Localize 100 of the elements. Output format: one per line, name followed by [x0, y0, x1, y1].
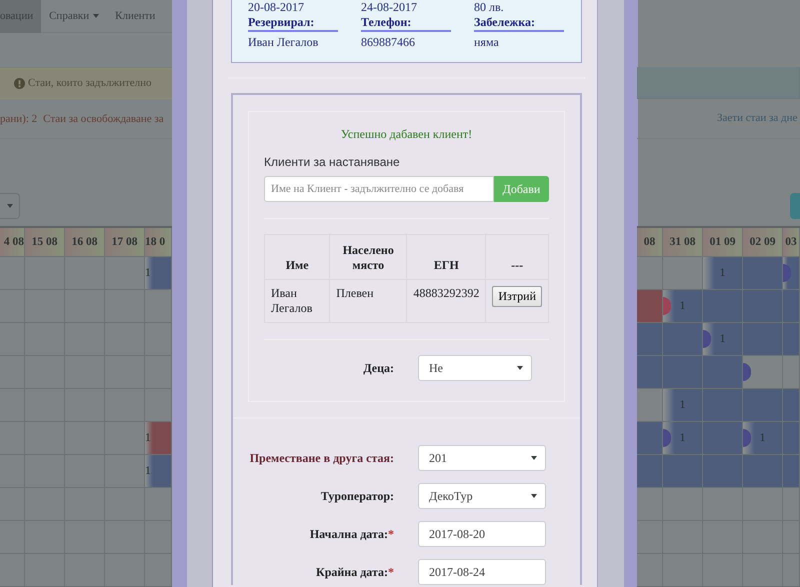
info-label: Телефон: [361, 14, 451, 32]
date-header: 15 08 [25, 228, 65, 257]
calendar-cell[interactable] [637, 454, 663, 488]
calendar-cell[interactable] [783, 322, 800, 356]
calendar-cell[interactable]: 1 [145, 422, 172, 455]
calendar-cell[interactable] [637, 356, 663, 389]
date-header: 03 [783, 228, 800, 257]
calendar-cell[interactable]: 1 [663, 290, 703, 323]
caret-icon [6, 204, 12, 208]
calendar-cell[interactable] [703, 388, 743, 422]
select-field[interactable]: 201 [418, 445, 546, 471]
calendar-cell[interactable] [743, 356, 783, 389]
date-field[interactable]: 2017-08-24 [418, 559, 546, 585]
calendar-cell[interactable] [783, 356, 800, 389]
column-header: Населено място [342, 243, 395, 273]
calendar-cell[interactable] [703, 422, 743, 455]
calendar-cell[interactable] [743, 454, 783, 488]
alert-text: Стаи, които задължително [28, 77, 152, 90]
calendar-cell[interactable]: 1 [663, 388, 703, 422]
calendar-cell[interactable]: 1 [663, 422, 703, 455]
calendar-cell[interactable] [25, 257, 65, 290]
calendar-cell[interactable] [0, 257, 25, 290]
info-value: 20-08-2017 [248, 0, 305, 14]
calendar-cell[interactable] [105, 290, 145, 323]
calendar-cell[interactable] [663, 488, 703, 521]
calendar-cell[interactable] [637, 554, 663, 587]
calendar-cell[interactable] [663, 322, 703, 356]
info-value: няма [474, 34, 500, 50]
calendar-cell[interactable] [105, 455, 145, 488]
stats-text: рани): 2 [0, 112, 38, 125]
client-name-field[interactable]: Име на Клиент - задължително се добавя [264, 176, 494, 202]
calendar-cell[interactable]: 1 [743, 422, 783, 455]
calendar-cell[interactable] [703, 454, 743, 488]
calendar-cell[interactable] [663, 356, 703, 389]
calendar-cell[interactable] [65, 257, 105, 290]
calendar-cell[interactable] [145, 356, 172, 389]
calendar-cell[interactable] [637, 256, 663, 290]
calendar-cell[interactable] [703, 356, 743, 389]
info-label: Резервирал: [248, 14, 338, 32]
column-header: ЕГН [434, 258, 459, 273]
calendar-cell[interactable] [703, 290, 743, 323]
guest-count: 1 [145, 465, 151, 477]
column-header: --- [511, 258, 524, 273]
calendar-cell[interactable] [105, 422, 145, 455]
calendar-cell[interactable]: 1 [703, 322, 743, 356]
children-select[interactable]: Не [418, 355, 532, 381]
calendar-cell[interactable] [105, 389, 145, 422]
calendar-cell[interactable] [105, 488, 145, 521]
calendar-cell[interactable] [783, 422, 800, 455]
calendar-cell[interactable]: 1 [145, 455, 172, 488]
table-cell: Плевен [336, 286, 374, 301]
calendar-cell[interactable] [105, 257, 145, 290]
nav-item[interactable]: Справки [41, 0, 108, 32]
dropdown-field[interactable] [0, 193, 20, 220]
caret-icon [517, 366, 523, 370]
guest-count: 1 [145, 267, 151, 279]
calendar-cell[interactable] [783, 388, 800, 422]
date-header: 18 0 [145, 228, 172, 257]
nav-item[interactable]: Клиенти [107, 0, 164, 32]
calendar-cell[interactable] [743, 388, 783, 422]
calendar-cell[interactable] [783, 290, 800, 323]
calendar-cell[interactable] [743, 290, 783, 323]
calendar-cell[interactable] [637, 422, 663, 455]
column-header: Име [286, 258, 309, 273]
calendar-cell[interactable] [743, 488, 783, 521]
calendar-cell[interactable] [637, 322, 663, 356]
date-field[interactable]: 2017-08-20 [418, 521, 546, 547]
calendar-cell[interactable] [637, 388, 663, 422]
calendar-cell[interactable] [703, 488, 743, 521]
calendar-cell[interactable] [145, 389, 172, 422]
info-label: Забележка: [474, 14, 564, 32]
calendar-cell[interactable] [145, 323, 172, 356]
date-header: 16 08 [65, 228, 105, 257]
calendar-cell[interactable] [663, 454, 703, 488]
calendar-cell[interactable] [663, 256, 703, 290]
date-header: 01 09 [703, 228, 743, 257]
delete-button[interactable]: Изтрий [492, 286, 542, 307]
calendar-cell[interactable] [743, 256, 783, 290]
action-button[interactable] [790, 193, 800, 220]
calendar-cell[interactable]: 1 [145, 257, 172, 290]
calendar-cell[interactable] [145, 488, 172, 521]
exclamation-icon [14, 78, 25, 89]
calendar-cell[interactable] [743, 322, 783, 356]
caret-icon [531, 494, 537, 498]
guest-count: 1 [145, 432, 151, 444]
calendar-cell[interactable] [783, 454, 800, 488]
calendar-cell[interactable] [145, 521, 172, 554]
field-label: Крайна дата:* [315, 564, 394, 580]
calendar-cell[interactable] [783, 488, 800, 521]
calendar-cell[interactable] [637, 520, 663, 554]
calendar-cell[interactable] [145, 554, 172, 587]
calendar-cell[interactable] [145, 290, 172, 323]
calendar-cell[interactable]: 1 [703, 256, 743, 290]
calendar-cell[interactable] [637, 488, 663, 521]
add-button[interactable]: Добави [494, 176, 549, 202]
info-value: 80 лв. [474, 0, 505, 14]
calendar-cell[interactable] [783, 256, 800, 290]
calendar-cell[interactable] [637, 290, 663, 323]
field-label: Деца: [362, 360, 394, 376]
select-field[interactable]: ДекоТур [418, 483, 546, 509]
